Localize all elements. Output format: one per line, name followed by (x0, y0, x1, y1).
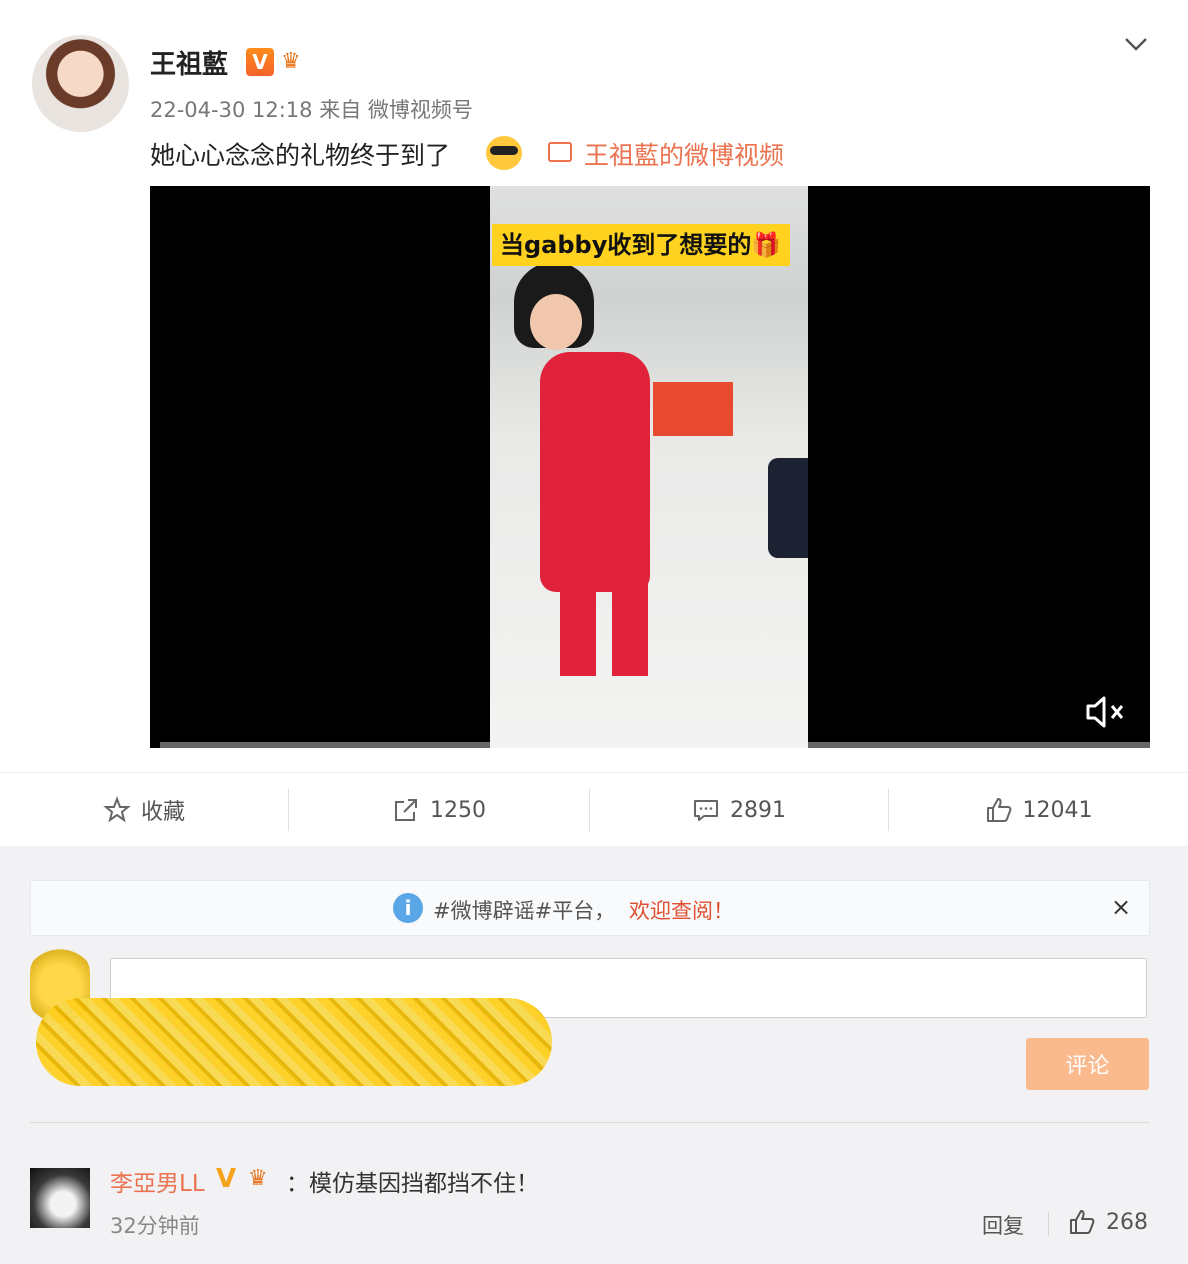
cool-emoji-icon (486, 136, 522, 170)
divider (1048, 1212, 1049, 1236)
star-icon (103, 796, 131, 823)
action-bar: 收藏 1250 2891 12041 (0, 772, 1188, 846)
comment-button[interactable]: 2891 (590, 773, 888, 847)
rumor-tip-banner: i #微博辟谣#平台， 欢迎查阅！ × (30, 880, 1150, 936)
video-frame: 当gabby收到了想要的🎁 (490, 186, 808, 748)
comment-like-button[interactable]: 268 (1068, 1208, 1148, 1236)
chevron-down-icon[interactable] (1122, 32, 1150, 56)
info-icon: i (393, 893, 423, 923)
video-player[interactable]: 当gabby收到了想要的🎁 (150, 186, 1150, 748)
share-button[interactable]: 1250 (289, 773, 589, 847)
girl-leg (560, 566, 596, 676)
verified-badge-icon: V (246, 48, 274, 76)
post-text: 她心心念念的礼物终于到了 (150, 141, 451, 170)
author-name[interactable]: 王祖藍 (150, 44, 228, 81)
comment-time: 32分钟前 (110, 1214, 200, 1238)
share-icon (395, 799, 417, 821)
video-icon (548, 142, 572, 162)
favorite-label: 收藏 (140, 800, 185, 825)
author-avatar[interactable] (32, 35, 129, 132)
submit-comment-button[interactable]: 评论 (1026, 1038, 1149, 1090)
comment-like-count: 268 (1106, 1209, 1148, 1235)
redaction-overlay (36, 998, 552, 1086)
mute-icon[interactable] (1084, 694, 1128, 730)
crown-icon: ♛ (281, 49, 301, 74)
video-progress-bar[interactable] (808, 742, 1150, 748)
post-meta: 22-04-30 12:18 来自 微博视频号 (150, 98, 473, 122)
verified-badge-icon: V (216, 1164, 237, 1194)
comment-text: ：模仿基因挡都挡不住！ (286, 1171, 539, 1197)
close-icon[interactable]: × (1111, 893, 1131, 921)
video-progress-bar[interactable] (160, 742, 490, 748)
girl-leg (612, 566, 648, 676)
tip-link[interactable]: 欢迎查阅！ (629, 895, 734, 925)
girl-face (530, 294, 582, 350)
commenter-name[interactable]: 李亞男LL (110, 1164, 205, 1198)
video-link[interactable]: 王祖藍的微博视频 (584, 136, 784, 172)
crown-icon: ♛ (248, 1166, 268, 1191)
reply-button[interactable]: 回复 (982, 1210, 1024, 1240)
chair (768, 458, 808, 558)
like-button[interactable]: 12041 (889, 773, 1188, 847)
weibo-post-card: 王祖藍 V ♛ 22-04-30 12:18 来自 微博视频号 她心心念念的礼物… (0, 0, 1188, 846)
comment-count: 2891 (730, 797, 786, 823)
thumbs-up-icon (986, 798, 1011, 822)
tip-hashtag[interactable]: #微博辟谣#平台， (433, 895, 615, 925)
favorite-button[interactable]: 收藏 (0, 773, 288, 847)
divider (30, 1122, 1150, 1123)
commenter-avatar[interactable] (30, 1168, 90, 1228)
comment-icon (694, 800, 718, 821)
share-count: 1250 (430, 797, 486, 823)
video-caption: 当gabby收到了想要的🎁 (492, 224, 790, 266)
thumbs-up-icon (1070, 1210, 1095, 1234)
like-count: 12041 (1022, 797, 1093, 823)
girl-body (540, 352, 650, 592)
red-gift-box (653, 382, 733, 436)
